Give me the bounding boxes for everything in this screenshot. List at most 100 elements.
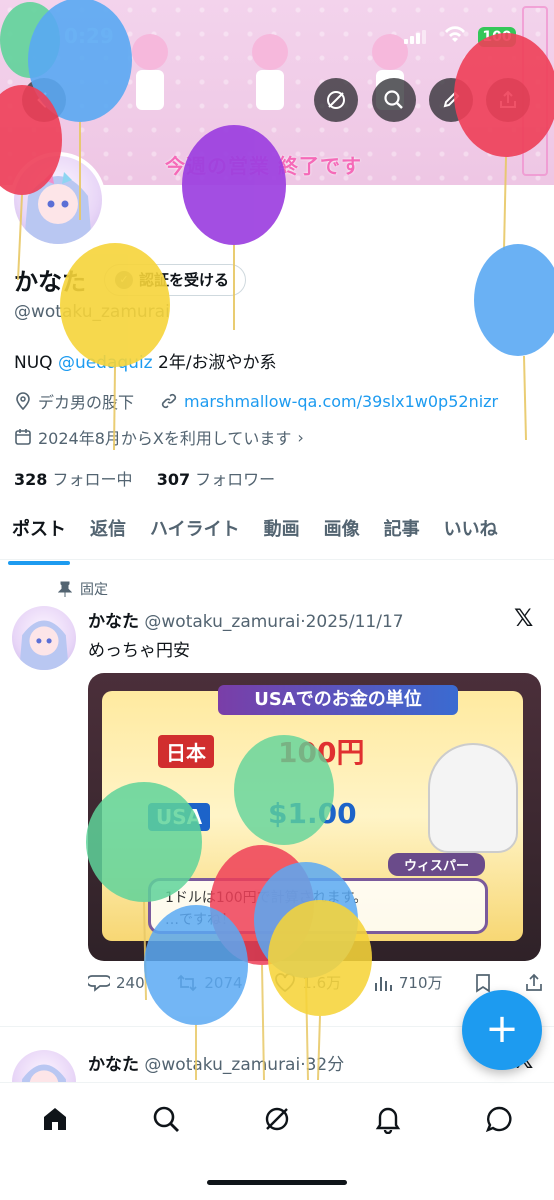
post-author[interactable]: かなた — [88, 1055, 139, 1075]
joined-date: 2024年8月からXを利用しています — [38, 429, 292, 448]
post-handle[interactable]: @wotaku_zamurai — [144, 1055, 300, 1075]
pinned-label: 固定 — [80, 582, 108, 598]
nav-home[interactable] — [35, 1099, 75, 1139]
media-message: 1ドルは100円で計算されます。 …ですね！ — [148, 878, 488, 934]
post-date[interactable]: 2025/11/17 — [306, 612, 404, 632]
following-label: フォロー中 — [47, 470, 133, 489]
bio-suffix: 2年/お淑やか系 — [152, 353, 277, 373]
nav-notifications[interactable] — [368, 1099, 408, 1139]
media-title: USAでのお金の単位 — [218, 685, 458, 715]
back-button[interactable] — [22, 78, 66, 122]
search-button[interactable] — [372, 78, 416, 122]
calendar-icon — [15, 429, 31, 445]
post-actions: 240 2074 1.6万 710万 — [88, 972, 544, 993]
home-indicator — [207, 1180, 347, 1185]
follow-counts: 328 フォロー中 307 フォロワー — [14, 466, 275, 490]
media-row2-value: $1.00 — [268, 797, 357, 830]
grok-icon — [265, 1107, 289, 1131]
media-character — [428, 743, 518, 853]
media-row1-label: 日本 — [158, 735, 214, 768]
like-count: 1.6万 — [302, 974, 342, 992]
profile-bio: NUQ @uedaquiz 2年/お淑やか系 — [14, 348, 277, 373]
following-link[interactable]: 328 フォロー中 — [14, 470, 133, 489]
bookmark-icon — [476, 973, 491, 993]
profile-name: かなた — [14, 268, 86, 296]
bookmark-button[interactable] — [474, 972, 492, 993]
compose-post-button[interactable]: + — [462, 990, 542, 1070]
search-icon — [384, 90, 403, 109]
tab-videos[interactable]: 動画 — [252, 510, 312, 559]
post-handle[interactable]: @wotaku_zamurai — [144, 612, 300, 632]
post-time[interactable]: 32分 — [306, 1055, 345, 1075]
tab-likes[interactable]: いいね — [432, 510, 510, 559]
post-header: かなた @wotaku_zamurai·32分 — [88, 1055, 345, 1075]
following-count: 328 — [14, 470, 48, 489]
share-icon — [526, 973, 542, 991]
post-avatar[interactable] — [12, 606, 76, 670]
tab-posts[interactable]: ポスト — [0, 510, 78, 565]
grok-icon — [327, 91, 345, 109]
share-icon — [500, 90, 516, 108]
followers-label: フォロワー — [190, 470, 276, 489]
post-header: かなた @wotaku_zamurai·2025/11/17 — [88, 612, 404, 632]
plus-icon: + — [485, 1006, 519, 1052]
followers-link[interactable]: 307 フォロワー — [157, 470, 276, 489]
profile-name-row: かなた ✓ 認証を受ける — [14, 262, 247, 297]
edit-button[interactable] — [429, 78, 473, 122]
reply-button[interactable]: 240 — [88, 972, 145, 993]
grok-button[interactable] — [314, 78, 358, 122]
avatar-illustration — [19, 620, 69, 670]
bio-prefix: NUQ — [14, 353, 58, 373]
view-count: 710万 — [398, 974, 443, 992]
tab-images[interactable]: 画像 — [312, 510, 372, 559]
views-button[interactable]: 710万 — [373, 972, 443, 993]
media-row2-label: USA — [148, 803, 211, 831]
search-icon — [153, 1106, 180, 1132]
check-icon: ✓ — [115, 270, 133, 289]
post-media-image[interactable]: USAでのお金の単位 日本 100円 USA $1.00 ウィスパー 1ドルは1… — [88, 673, 541, 961]
reply-count: 240 — [116, 973, 145, 992]
messages-icon — [485, 1106, 512, 1133]
tab-articles[interactable]: 記事 — [372, 510, 432, 559]
pin-icon — [58, 581, 72, 597]
tab-replies[interactable]: 返信 — [78, 510, 138, 559]
home-icon — [44, 1108, 67, 1130]
post-author[interactable]: かなた — [88, 612, 139, 632]
profile-meta: デカ男の股下 marshmallow-qa.com/39slx1w0p52niz… — [14, 389, 498, 413]
profile-handle: @wotaku_zamurai — [14, 302, 170, 322]
profile-tabs: ポスト 返信 ハイライト 動画 画像 記事 いいね — [0, 510, 554, 565]
share-post-button[interactable] — [524, 972, 544, 993]
profile-joined: 2024年8月からXを利用しています › — [14, 425, 304, 449]
status-time: 0:29 — [64, 24, 114, 48]
media-tag: ウィスパー — [388, 853, 486, 876]
back-icon — [37, 92, 47, 108]
tab-highlights[interactable]: ハイライト — [138, 510, 252, 559]
repost-button[interactable]: 2074 — [176, 972, 243, 993]
nav-search[interactable] — [146, 1099, 186, 1139]
like-icon — [275, 972, 296, 992]
profile-location: デカ男の股下 — [38, 393, 135, 412]
share-button[interactable] — [486, 78, 530, 122]
profile-website-link[interactable]: marshmallow-qa.com/39slx1w0p52nizr — [184, 392, 498, 411]
repost-count: 2074 — [204, 973, 243, 992]
like-button[interactable]: 1.6万 — [274, 972, 341, 993]
link-icon — [161, 393, 177, 409]
wifi-icon — [444, 26, 466, 49]
battery-indicator: 100 — [478, 27, 516, 47]
location-icon — [16, 392, 30, 410]
x-logo-icon[interactable]: 𝕏 — [514, 604, 533, 632]
followers-count: 307 — [156, 470, 191, 489]
repost-icon — [177, 974, 197, 991]
nav-messages[interactable] — [479, 1099, 519, 1139]
views-icon — [374, 976, 392, 991]
signal-icon — [404, 30, 426, 44]
chevron-right-icon[interactable]: › — [297, 428, 303, 447]
status-bar: 0:29 100 — [0, 0, 554, 70]
avatar-illustration — [24, 172, 92, 244]
nav-grok[interactable] — [257, 1099, 297, 1139]
get-verified-button[interactable]: ✓ 認証を受ける — [104, 263, 247, 296]
profile-avatar[interactable] — [10, 152, 106, 248]
bio-mention-link[interactable]: @uedaquiz — [58, 353, 153, 373]
get-verified-label: 認証を受ける — [139, 271, 230, 289]
media-row1-value: 100円 — [278, 736, 365, 769]
